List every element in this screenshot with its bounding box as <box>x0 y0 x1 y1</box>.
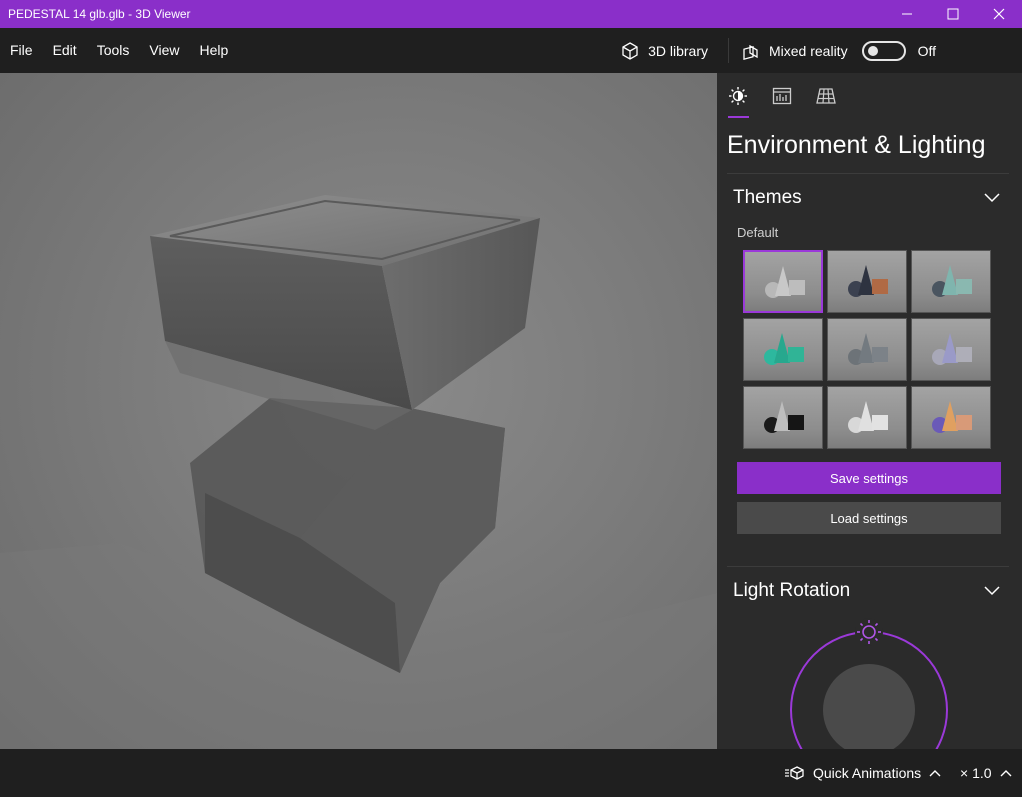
divider <box>727 566 1009 567</box>
menu-tools[interactable]: Tools <box>87 28 140 73</box>
close-button[interactable] <box>976 0 1022 28</box>
status-bar: Quick Animations × 1.0 <box>0 749 1022 797</box>
animation-icon <box>785 766 804 780</box>
theme-thumbnail[interactable] <box>911 250 991 313</box>
panel-title: Environment & Lighting <box>727 131 986 159</box>
mixed-reality-state: Off <box>917 42 936 59</box>
menu-help[interactable]: Help <box>189 28 238 73</box>
window-title: PEDESTAL 14 glb.glb - 3D Viewer <box>8 7 191 21</box>
menu-separator <box>727 38 729 63</box>
maximize-button[interactable] <box>930 0 976 28</box>
mixed-reality-label: Mixed reality <box>768 42 848 59</box>
environment-panel: Environment & Lighting Themes Default Sa… <box>717 73 1022 749</box>
theme-preview-icon <box>764 333 804 365</box>
menu-file[interactable]: File <box>0 28 43 73</box>
mixed-reality-icon <box>743 44 758 60</box>
theme-thumbnail[interactable] <box>827 250 907 313</box>
chevron-up-icon <box>929 770 941 777</box>
theme-preview-icon <box>764 401 804 433</box>
theme-thumbnail[interactable] <box>911 386 991 449</box>
save-settings-button[interactable]: Save settings <box>737 462 1001 494</box>
environment-lighting-icon <box>729 87 747 105</box>
quick-animations-button[interactable]: Quick Animations <box>785 765 949 781</box>
quick-animations-label: Quick Animations <box>813 765 922 781</box>
menu-bar: File Edit Tools View Help 3D library Mix… <box>0 28 1022 73</box>
toggle-knob <box>867 45 878 56</box>
light-rotation-heading[interactable]: Light Rotation <box>733 580 850 602</box>
cube-icon <box>622 41 638 60</box>
theme-group-label: Default <box>737 225 779 240</box>
3d-library-label: 3D library <box>648 42 708 59</box>
pedestal-model <box>0 195 717 749</box>
3d-viewport[interactable] <box>0 73 717 749</box>
panel-tabs <box>727 85 859 107</box>
light-rotation-dial[interactable] <box>787 616 951 749</box>
grid-icon <box>816 88 836 104</box>
theme-preview-icon <box>848 333 888 365</box>
theme-preview-icon <box>932 401 972 433</box>
theme-thumbnail[interactable] <box>827 318 907 381</box>
theme-preview-icon <box>932 265 972 297</box>
theme-thumbnail[interactable] <box>743 250 823 313</box>
tab-environment-lighting[interactable] <box>727 85 749 107</box>
themes-heading[interactable]: Themes <box>733 187 802 209</box>
theme-preview-icon <box>848 265 888 297</box>
menu-edit[interactable]: Edit <box>43 28 87 73</box>
stats-icon <box>772 87 792 105</box>
theme-thumbnail[interactable] <box>827 386 907 449</box>
title-bar: PEDESTAL 14 glb.glb - 3D Viewer <box>0 0 1022 28</box>
theme-thumbnail[interactable] <box>743 386 823 449</box>
sun-icon[interactable] <box>855 618 883 646</box>
mixed-reality-control: Mixed reality Off <box>741 40 1022 61</box>
3d-library-button[interactable]: 3D library <box>620 41 708 61</box>
theme-preview-icon <box>932 333 972 365</box>
tab-grid[interactable] <box>815 85 837 107</box>
theme-preview-icon <box>765 266 805 298</box>
minimize-icon <box>902 13 912 15</box>
chevron-down-icon[interactable] <box>984 586 1000 596</box>
playback-speed-label: × 1.0 <box>960 765 992 781</box>
load-settings-button[interactable]: Load settings <box>737 502 1001 534</box>
mixed-reality-toggle[interactable] <box>861 40 906 61</box>
menu-view[interactable]: View <box>139 28 189 73</box>
maximize-icon <box>947 8 959 20</box>
theme-thumbnail[interactable] <box>911 318 991 381</box>
close-icon <box>993 8 1005 20</box>
theme-preview-icon <box>848 401 888 433</box>
active-tab-indicator <box>728 116 749 118</box>
theme-thumbnail[interactable] <box>743 318 823 381</box>
tab-stats[interactable] <box>771 85 793 107</box>
minimize-button[interactable] <box>884 0 930 28</box>
chevron-up-icon <box>1000 770 1012 777</box>
divider <box>727 173 1009 174</box>
playback-speed-button[interactable]: × 1.0 <box>960 765 1012 781</box>
chevron-down-icon[interactable] <box>984 193 1000 203</box>
